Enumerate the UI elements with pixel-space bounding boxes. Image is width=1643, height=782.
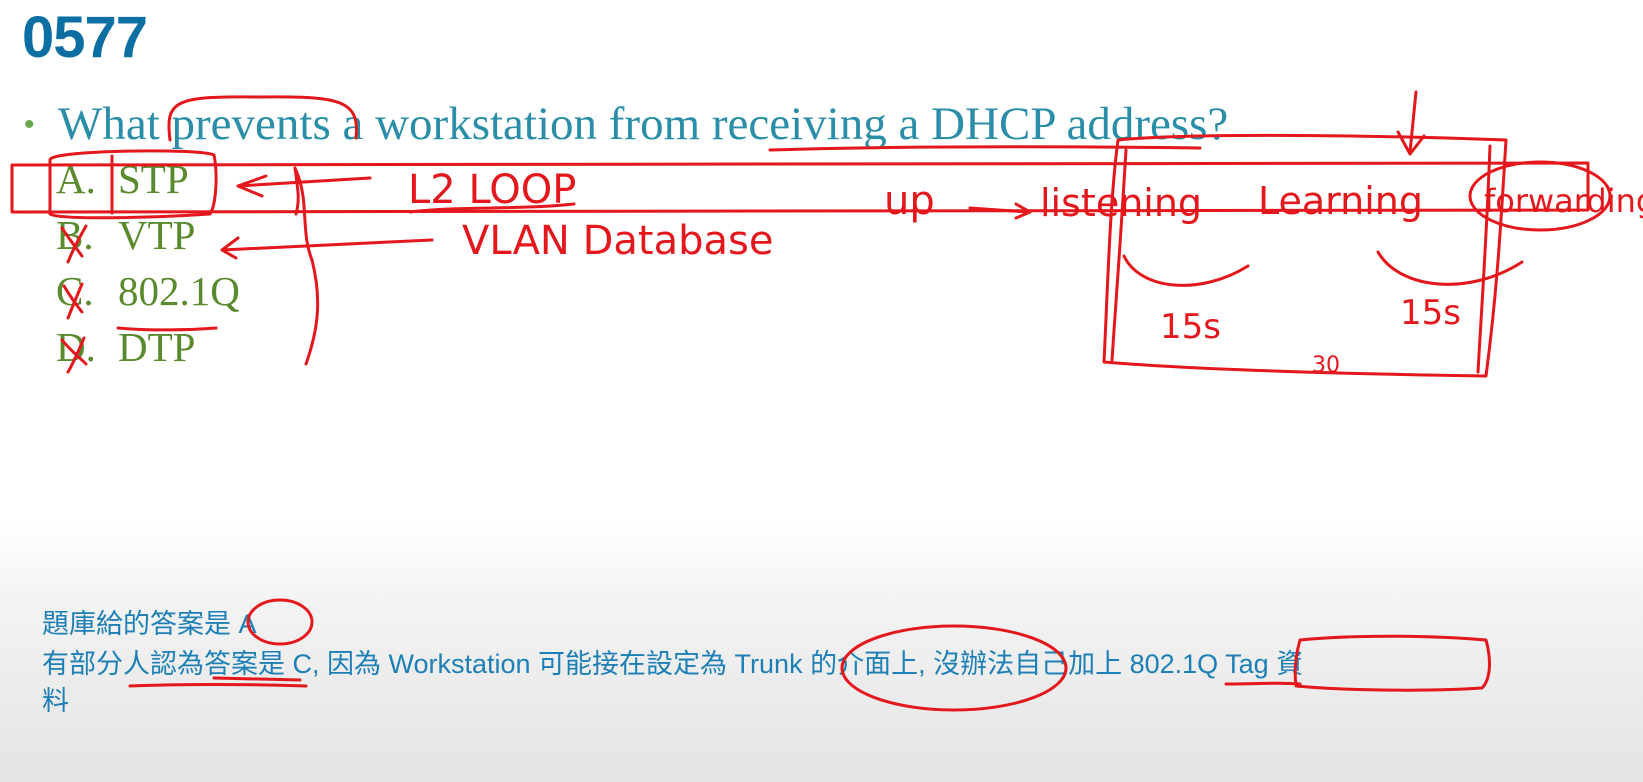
note-line-2: 有部分人認為答案是 C, 因為 Workstation 可能接在設定為 Trun… [42, 649, 1304, 679]
answer-a-highlight-box [10, 161, 1590, 214]
time-left-label: 15s [1160, 307, 1221, 347]
arrow-to-vtp-icon [220, 236, 434, 260]
option-a: A. STP [56, 154, 189, 204]
option-letter: A. [56, 156, 96, 202]
slide: 0577 • What prevents a workstation from … [0, 0, 1643, 782]
state-box [1102, 133, 1508, 378]
bracket [293, 166, 320, 366]
option-text: 802.1Q [118, 268, 240, 314]
option-b: B. VTP [56, 210, 195, 260]
learning-label: Learning [1258, 179, 1423, 223]
bullet-icon: • [24, 108, 35, 141]
vlan-database-label: VLAN Database [462, 218, 773, 264]
note-line-1: 題庫給的答案是 A [42, 609, 257, 639]
option-letter: D. [56, 324, 96, 370]
option-letter: C. [56, 268, 94, 314]
question-text: What prevents a workstation from receivi… [58, 98, 1229, 150]
l2-loop-label: L2 LOOP [408, 167, 576, 213]
answer-a-circle [246, 598, 314, 646]
option-text: DTP [118, 324, 196, 370]
forwarding-circle [1468, 160, 1612, 232]
learning-curve [1376, 250, 1524, 286]
option-letter: B. [56, 212, 94, 258]
question-number: 0577 [22, 5, 148, 70]
option-text: VTP [118, 212, 196, 258]
note-line-3: 料 [42, 686, 69, 716]
listening-curve [1122, 254, 1250, 287]
total-label: 30 [1312, 353, 1340, 378]
forwarding-label: forwarding [1484, 182, 1643, 220]
option-text: STP [118, 156, 189, 202]
listening-label: listening [1040, 181, 1202, 225]
option-c: C. 802.1Q [56, 266, 240, 316]
up-label: up [884, 178, 935, 224]
down-arrow-icon [1396, 90, 1426, 156]
time-right-label: 15s [1400, 293, 1461, 333]
option-d: D. DTP [56, 322, 195, 372]
arrow-to-stp-icon [236, 174, 372, 198]
tag-box [1293, 634, 1491, 692]
